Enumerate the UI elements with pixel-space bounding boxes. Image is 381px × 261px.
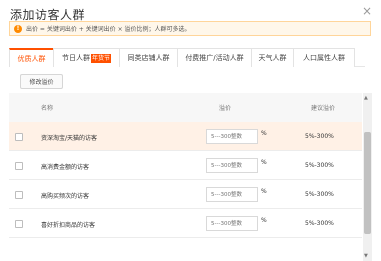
row-name: 高购买频次的访客 <box>41 193 90 200</box>
table-row: 资深淘宝/天猫的访客 % 5%-300% <box>9 122 362 151</box>
close-icon[interactable]: × <box>362 4 372 18</box>
suggest-range: 5%-300% <box>305 133 334 140</box>
tab-similar-store-crowd[interactable]: 同类店铺人群 <box>119 48 178 67</box>
tab-holiday-crowd[interactable]: 节日人群 年货节 <box>53 48 120 67</box>
tab-quality-crowd[interactable]: 优质人群 <box>9 48 54 67</box>
tab-demographic-crowd[interactable]: 人口属性人群 <box>293 48 355 67</box>
table-row: 高消费金额的访客 % 5%-300% <box>9 151 362 180</box>
percent-sign: % <box>261 188 267 195</box>
tab-label: 节日人群 <box>61 54 90 62</box>
bid-input[interactable] <box>206 129 258 144</box>
suggest-range: 5%-300% <box>305 162 334 169</box>
notice-bar: ! 出价 = 关键词出价 + 关键词出价 × 溢价比例；人群可多选。 <box>9 21 371 36</box>
row-checkbox[interactable] <box>15 220 23 228</box>
row-checkbox[interactable] <box>15 191 23 199</box>
scroll-up-icon[interactable]: ▲ <box>364 95 368 101</box>
scroll-thumb[interactable] <box>364 132 371 234</box>
bid-input[interactable] <box>206 187 258 202</box>
vertical-scrollbar[interactable]: ▲ ▼ <box>363 93 372 261</box>
table-row: 喜好折扣商品的访客 % 5%-300% <box>9 209 362 238</box>
tab-weather-crowd[interactable]: 天气人群 <box>251 48 294 67</box>
tab-label: 付费推广/活动人群 <box>185 54 244 62</box>
row-name: 高消费金额的访客 <box>41 164 90 171</box>
edit-bid-button[interactable]: 修改溢价 <box>20 74 63 89</box>
suggest-range: 5%-300% <box>305 191 334 198</box>
row-name: 喜好折扣商品的访客 <box>41 222 96 229</box>
tab-bar: 优质人群 节日人群 年货节 同类店铺人群 付费推广/活动人群 天气人群 人口属性… <box>9 48 365 67</box>
header-suggest: 建议溢价 <box>311 105 336 112</box>
info-icon: ! <box>14 24 22 33</box>
percent-sign: % <box>261 217 267 224</box>
table-header: 名称 溢价 建议溢价 <box>9 93 362 122</box>
percent-sign: % <box>261 159 267 166</box>
header-name: 名称 <box>41 105 54 112</box>
suggest-range: 5%-300% <box>305 220 334 227</box>
bid-input[interactable] <box>206 216 258 231</box>
table-row: 高购买频次的访客 % 5%-300% <box>9 180 362 209</box>
crowd-table: 名称 溢价 建议溢价 资深淘宝/天猫的访客 % 5%-300% 高消费金额的访客… <box>9 93 362 261</box>
tab-label: 同类店铺人群 <box>127 54 170 62</box>
tab-paid-promo-crowd[interactable]: 付费推广/活动人群 <box>177 48 252 67</box>
header-bid: 溢价 <box>219 105 232 112</box>
row-checkbox[interactable] <box>15 162 23 170</box>
tab-label: 人口属性人群 <box>303 54 345 62</box>
row-name: 资深淘宝/天猫的访客 <box>41 135 98 142</box>
bid-input[interactable] <box>206 158 258 173</box>
hot-badge: 年货节 <box>90 53 111 63</box>
scroll-down-icon[interactable]: ▼ <box>364 253 368 259</box>
percent-sign: % <box>261 130 267 137</box>
tab-label: 优质人群 <box>17 54 46 63</box>
row-checkbox[interactable] <box>15 133 23 141</box>
tab-label: 天气人群 <box>258 54 287 62</box>
notice-text: 出价 = 关键词出价 + 关键词出价 × 溢价比例；人群可多选。 <box>26 26 191 33</box>
